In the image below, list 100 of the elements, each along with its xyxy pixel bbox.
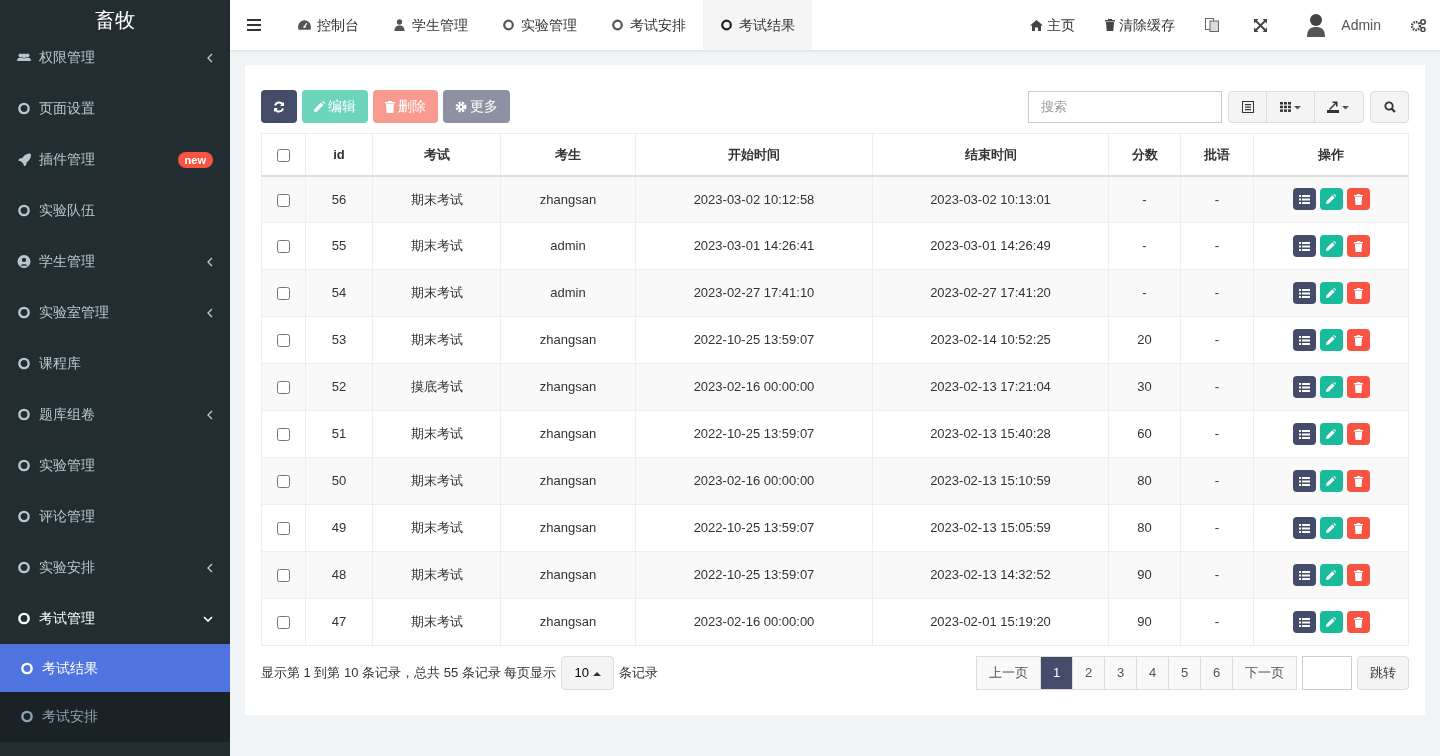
delete-button[interactable] bbox=[1346, 517, 1370, 539]
column-header[interactable]: 考生 bbox=[500, 133, 636, 176]
delete-button[interactable] bbox=[1346, 376, 1370, 398]
row-checkbox[interactable] bbox=[277, 569, 290, 583]
detail-button[interactable] bbox=[1292, 423, 1316, 445]
page-button[interactable]: 5 bbox=[1168, 656, 1201, 690]
list-icon bbox=[1298, 523, 1310, 533]
sidebar-item[interactable]: 实验安排 bbox=[0, 542, 230, 593]
detail-button[interactable] bbox=[1292, 282, 1316, 304]
select-all-checkbox[interactable] bbox=[277, 148, 290, 162]
pagination-info: 显示第 1 到第 10 条记录，总共 55 条记录 每页显示 bbox=[261, 664, 557, 683]
delete-button[interactable] bbox=[1346, 235, 1370, 257]
jump-page-field[interactable] bbox=[1302, 656, 1352, 690]
delete-button[interactable] bbox=[1346, 611, 1370, 633]
sidebar-item[interactable]: 页面设置 bbox=[0, 83, 230, 134]
table-cell: - bbox=[1180, 175, 1254, 223]
page-button[interactable]: 3 bbox=[1104, 656, 1137, 690]
submenu-item[interactable]: 考试安排 bbox=[0, 692, 230, 740]
sidebar-item[interactable]: 考试管理 bbox=[0, 593, 230, 644]
row-checkbox[interactable] bbox=[277, 475, 290, 489]
trash-icon bbox=[1353, 569, 1363, 581]
table-cell: zhangsan bbox=[500, 504, 636, 552]
refresh-button[interactable] bbox=[261, 90, 297, 123]
sidebar-item[interactable]: 实验室管理 bbox=[0, 287, 230, 338]
column-header[interactable]: 批语 bbox=[1180, 133, 1254, 176]
detail-button[interactable] bbox=[1292, 329, 1316, 351]
table-cell: - bbox=[1180, 410, 1254, 458]
chevron-left-icon bbox=[207, 409, 213, 420]
table-cell: - bbox=[1108, 175, 1181, 223]
detail-button[interactable] bbox=[1292, 235, 1316, 257]
nav-tab[interactable]: 考试安排 bbox=[594, 0, 703, 50]
page-size-dropdown[interactable]: 10 bbox=[561, 656, 614, 690]
delete-button[interactable] bbox=[1346, 282, 1370, 304]
table-cell: 期末考试 bbox=[372, 598, 501, 646]
chevron-left-icon bbox=[207, 256, 213, 267]
nav-tab[interactable]: 控制台 bbox=[281, 0, 376, 50]
jump-button[interactable]: 跳转 bbox=[1357, 656, 1409, 690]
detail-button[interactable] bbox=[1292, 611, 1316, 633]
table-cell: admin bbox=[500, 222, 636, 270]
fullscreen-icon[interactable] bbox=[1254, 18, 1268, 32]
submenu-item[interactable]: 考试结果 bbox=[0, 644, 230, 692]
nav-tab[interactable]: 学生管理 bbox=[376, 0, 485, 50]
nav-tab[interactable]: 实验管理 bbox=[485, 0, 594, 50]
table-cell: 2022-10-25 13:59:07 bbox=[635, 504, 873, 552]
page-button[interactable]: 4 bbox=[1136, 656, 1169, 690]
pencil-icon bbox=[314, 101, 325, 112]
row-checkbox[interactable] bbox=[277, 193, 290, 207]
search-field[interactable]: 搜索 bbox=[1028, 90, 1222, 123]
row-checkbox[interactable] bbox=[277, 522, 290, 536]
sidebar-item[interactable]: 插件管理 new bbox=[0, 134, 230, 185]
column-header[interactable]: 开始时间 bbox=[635, 133, 873, 176]
sidebar-item[interactable]: 实验管理 bbox=[0, 440, 230, 491]
detail-button[interactable] bbox=[1292, 470, 1316, 492]
export-caret-icon bbox=[1327, 100, 1351, 113]
list-icon bbox=[1298, 617, 1310, 627]
table-cell: 2023-03-01 14:26:49 bbox=[872, 222, 1109, 270]
column-header[interactable]: id bbox=[305, 133, 373, 176]
column-header[interactable]: 结束时间 bbox=[872, 133, 1109, 176]
sidebar-item[interactable]: 权限管理 bbox=[0, 32, 230, 83]
column-header[interactable]: 操作 bbox=[1253, 133, 1409, 176]
row-checkbox[interactable] bbox=[277, 381, 290, 395]
search-button[interactable] bbox=[1370, 90, 1409, 123]
delete-button[interactable] bbox=[1346, 329, 1370, 351]
page-button[interactable]: 下一页 bbox=[1232, 656, 1297, 690]
nav-tab[interactable]: 考试结果 bbox=[703, 0, 812, 50]
page-button[interactable]: 2 bbox=[1072, 656, 1105, 690]
page-button[interactable]: 6 bbox=[1200, 656, 1233, 690]
detail-button[interactable] bbox=[1292, 188, 1316, 211]
row-checkbox[interactable] bbox=[277, 240, 290, 254]
detail-button[interactable] bbox=[1292, 517, 1316, 539]
menu-icon[interactable] bbox=[247, 19, 261, 31]
sidebar-item[interactable]: 评论管理 bbox=[0, 491, 230, 542]
sidebar-item[interactable]: 实验队伍 bbox=[0, 185, 230, 236]
row-checkbox[interactable] bbox=[277, 287, 290, 301]
clear-cache-link[interactable]: 清除缓存 bbox=[1095, 14, 1186, 36]
table-cell: 2023-03-02 10:12:58 bbox=[635, 175, 873, 223]
delete-button[interactable] bbox=[1346, 470, 1370, 492]
sidebar-item[interactable]: 学生管理 bbox=[0, 236, 230, 287]
detail-button[interactable] bbox=[1292, 376, 1316, 398]
column-header[interactable]: 考试 bbox=[372, 133, 501, 176]
pencil-icon bbox=[1326, 288, 1336, 298]
avatar bbox=[1305, 13, 1328, 37]
page-button[interactable]: 上一页 bbox=[976, 656, 1041, 690]
sidebar-item[interactable]: 课程库 bbox=[0, 338, 230, 389]
page-button[interactable]: 1 bbox=[1040, 656, 1073, 690]
table-cell: 48 bbox=[305, 551, 373, 599]
delete-button[interactable] bbox=[1346, 188, 1370, 211]
circle-icon bbox=[20, 661, 34, 675]
delete-button[interactable] bbox=[1346, 423, 1370, 445]
table-cell: 53 bbox=[305, 316, 373, 364]
sidebar-item[interactable]: 题库组卷 bbox=[0, 389, 230, 440]
home-link[interactable]: 主页 bbox=[1020, 14, 1086, 36]
column-header[interactable]: 分数 bbox=[1108, 133, 1181, 176]
row-checkbox[interactable] bbox=[277, 428, 290, 442]
table-cell: 47 bbox=[305, 598, 373, 646]
row-checkbox[interactable] bbox=[277, 616, 290, 630]
row-checkbox[interactable] bbox=[277, 334, 290, 348]
detail-button[interactable] bbox=[1292, 564, 1316, 586]
user-name[interactable]: Admin bbox=[1341, 14, 1381, 36]
delete-button[interactable] bbox=[1346, 564, 1370, 586]
